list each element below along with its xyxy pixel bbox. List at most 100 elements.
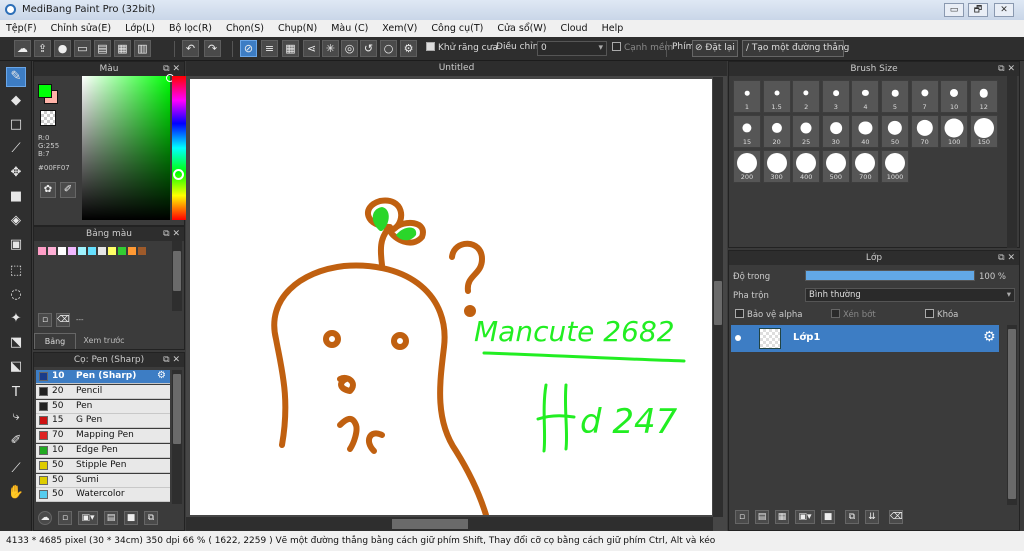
lasso-tool-icon[interactable]: ◌ (6, 285, 26, 305)
menu-select[interactable]: Chọn(S) (226, 23, 264, 34)
color-palette-icon[interactable]: ✿ (40, 182, 56, 198)
menu-filter[interactable]: Bộ lọc(R) (169, 23, 212, 34)
panel-controls-icon[interactable]: ⧉ ✕ (998, 251, 1015, 265)
clipping-checkbox[interactable]: Xén bớt (831, 309, 876, 320)
brush-size-option[interactable]: 30 (821, 115, 850, 148)
panel-controls-icon[interactable]: ⧉ ✕ (163, 227, 180, 241)
brush-size-option[interactable]: 3 (821, 80, 850, 113)
scroll-thumb[interactable] (714, 281, 722, 325)
palette-scrollbar[interactable] (172, 241, 182, 311)
palette-swatch[interactable] (128, 247, 136, 255)
speech-icon[interactable]: ▭ (74, 40, 91, 57)
layer-scrollbar[interactable] (1007, 325, 1017, 505)
operation-tool-icon[interactable]: ⤷ (6, 407, 26, 427)
select-eraser-tool-icon[interactable]: ⬕ (6, 357, 26, 377)
hue-slider[interactable] (172, 76, 186, 220)
brush-item[interactable]: 50 Watercolor (36, 488, 170, 503)
brush-size-option[interactable]: 100 (940, 115, 969, 148)
panel-controls-icon[interactable]: ⧉ ✕ (163, 353, 180, 367)
menu-layer[interactable]: Lớp(L) (125, 23, 155, 34)
new-brush-icon[interactable]: ▫ (58, 511, 72, 525)
new-halftone-layer-icon[interactable]: ▤ (755, 510, 769, 524)
drawing-canvas[interactable]: Mancute 2682 d 247 (190, 79, 712, 518)
menu-window[interactable]: Cửa sổ(W) (497, 23, 546, 34)
brush-list-scrollbar[interactable] (172, 370, 182, 504)
brush-size-scrollbar[interactable] (1007, 76, 1017, 248)
panel-controls-icon[interactable]: ⧉ ✕ (998, 62, 1015, 76)
brush-size-option[interactable]: 1000 (881, 150, 909, 183)
palette-swatch[interactable] (138, 247, 146, 255)
canvas-hscrollbar[interactable] (186, 517, 713, 531)
transparent-swatch[interactable] (40, 110, 56, 126)
opacity-slider[interactable] (805, 270, 975, 281)
radial-snap-icon[interactable]: ⋖ (303, 40, 320, 57)
tab-brush-preview[interactable]: Xem trước cọ (78, 333, 130, 360)
menu-edit[interactable]: Chỉnh sửa(E) (51, 23, 112, 34)
brush-size-option[interactable]: 12 (969, 80, 998, 113)
grid-icon[interactable]: ▥ (134, 40, 151, 57)
gradient-tool-icon[interactable]: ▣ (6, 235, 26, 255)
undo-icon[interactable]: ↶ (182, 40, 199, 57)
comment-icon[interactable]: ● (54, 40, 71, 57)
snap-off-icon[interactable]: ⊘ (240, 40, 257, 57)
saturation-value-picker[interactable] (82, 76, 170, 220)
text-tool-icon[interactable]: T (6, 383, 26, 403)
scroll-thumb[interactable] (173, 251, 181, 291)
brush-size-option[interactable]: 40 (851, 115, 880, 148)
brush-size-option[interactable]: 150 (969, 115, 998, 148)
line-button[interactable]: ∕ Tạo một đường thẳng (742, 40, 849, 57)
layer-settings-gear-icon[interactable]: ⚙ (983, 329, 996, 345)
brush-size-option[interactable]: 25 (792, 115, 821, 148)
redo-icon[interactable]: ↷ (204, 40, 221, 57)
menu-cloud[interactable]: Cloud (560, 23, 587, 34)
scroll-thumb[interactable] (173, 374, 181, 444)
brush-size-option[interactable]: 50 (881, 115, 909, 148)
delete-layer-icon[interactable]: ⌫ (889, 510, 903, 524)
select-pen-tool-icon[interactable]: ⬔ (6, 333, 26, 353)
shape-tool-icon[interactable]: □ (6, 115, 26, 135)
brush-size-option[interactable]: 2 (792, 80, 821, 113)
brush-item[interactable]: 50 Stipple Pen (36, 458, 170, 473)
new-palette-icon[interactable]: ▫ (38, 313, 52, 327)
brush-settings-icon[interactable]: ▤ (104, 511, 118, 525)
palette-swatch[interactable] (98, 247, 106, 255)
brush-size-option[interactable]: 500 (821, 150, 850, 183)
move-tool-icon[interactable]: ✥ (6, 163, 26, 183)
merge-layer-icon[interactable]: ⇊ (865, 510, 879, 524)
bucket-tool-icon[interactable]: ◈ (6, 211, 26, 231)
fill-rect-tool-icon[interactable]: ■ (6, 187, 26, 207)
menu-snap[interactable]: Chụp(N) (278, 23, 317, 34)
grid-snap-icon[interactable]: ▦ (282, 40, 299, 57)
antialias-checkbox[interactable]: Khử răng cưa (426, 42, 498, 53)
star-snap-icon[interactable]: ✳ (322, 40, 339, 57)
protect-alpha-checkbox[interactable]: Bảo vệ alpha (735, 309, 802, 320)
snap-settings-icon[interactable]: ⚙ (400, 40, 417, 57)
menu-view[interactable]: Xem(V) (382, 23, 417, 34)
close-button[interactable]: ✕ (994, 3, 1014, 17)
brush-size-option[interactable]: 4 (851, 80, 880, 113)
brush-size-option[interactable]: 15 (733, 115, 761, 148)
brush-item[interactable]: 50 Pen (36, 399, 170, 414)
layer-row[interactable]: Lớp1 ⚙ (731, 325, 999, 352)
palette-swatch[interactable] (68, 247, 76, 255)
eyedropper-tool-icon[interactable]: ⟋ (6, 459, 26, 479)
upload-icon[interactable]: ⇪ (34, 40, 51, 57)
menu-help[interactable]: Help (602, 23, 624, 34)
brush-item[interactable]: 15 G Pen (36, 414, 170, 429)
menu-color[interactable]: Màu (C) (331, 23, 368, 34)
delete-palette-icon[interactable]: ⌫ (56, 313, 70, 327)
circle-snap-icon[interactable]: ◎ (341, 40, 358, 57)
tab-palette[interactable]: Bảng màu (34, 333, 76, 361)
brush-settings-gear-icon[interactable]: ⚙ (157, 370, 166, 381)
brush-item[interactable]: 10 Pen (Sharp) ⚙ (36, 370, 170, 384)
canvas-vscrollbar[interactable] (713, 77, 723, 517)
brush-item[interactable]: 20 Pencil (36, 384, 170, 399)
blend-mode-select[interactable]: Bình thường ▾ (805, 288, 1015, 302)
layer-folder-icon[interactable]: ■ (821, 510, 835, 524)
palette-swatch[interactable] (78, 247, 86, 255)
menu-tools[interactable]: Công cụ(T) (431, 23, 483, 34)
layout-icon[interactable]: ▦ (114, 40, 131, 57)
visibility-eye-icon[interactable] (735, 335, 741, 341)
color-picker-icon[interactable]: ✐ (60, 182, 76, 198)
scroll-thumb[interactable] (1008, 329, 1016, 499)
